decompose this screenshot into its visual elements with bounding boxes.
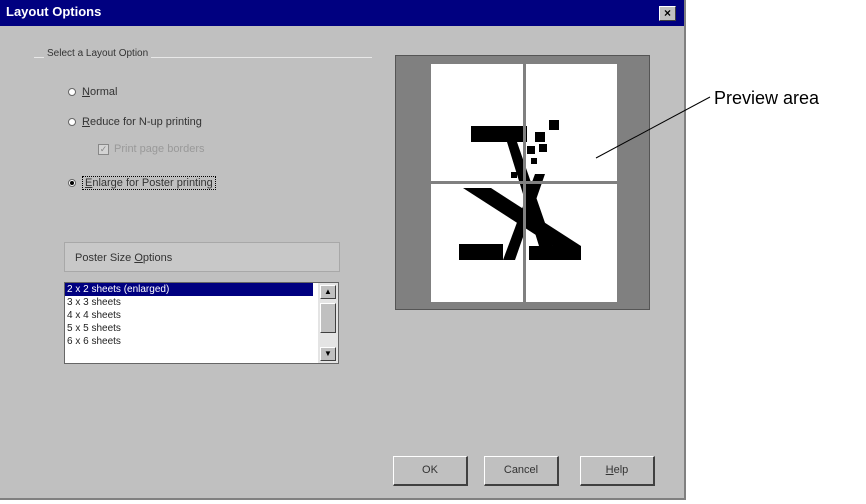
preview-area-callout: Preview area <box>714 88 820 108</box>
callout-leader-line <box>595 96 711 159</box>
